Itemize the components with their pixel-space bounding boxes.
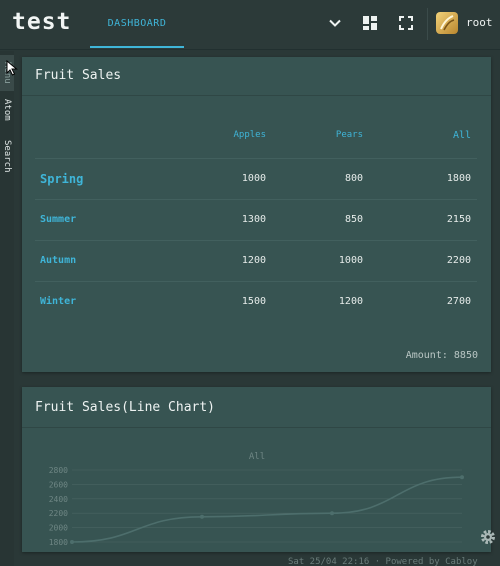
line-chart: All 1800 2000 2200 2400 2600 2800	[49, 452, 464, 547]
side-rail: Menu Atom Search	[0, 51, 14, 566]
column-header-apples[interactable]: Apples	[125, 113, 272, 158]
row-apples: 1000	[125, 157, 272, 199]
mouse-cursor-icon	[6, 59, 18, 80]
y-tick-label: 2800	[49, 466, 68, 475]
column-header-all[interactable]: All	[369, 113, 477, 158]
amount-value: 8850	[453, 350, 478, 361]
fullscreen-icon[interactable]	[395, 12, 417, 34]
row-apples: 1500	[125, 280, 272, 322]
row-all: 2150	[369, 198, 477, 240]
y-tick-label: 2000	[49, 524, 68, 533]
column-header-season	[35, 113, 125, 158]
row-all: 1800	[369, 157, 477, 199]
line-chart-card: Fruit Sales(Line Chart) All 1800 2000 2200 2…	[22, 387, 491, 552]
row-season[interactable]: Spring	[35, 157, 125, 199]
series-line	[71, 476, 463, 543]
column-header-pears[interactable]: Pears	[272, 113, 369, 158]
user-name[interactable]: root	[466, 16, 493, 29]
table-row: Summer 1300 850 2150	[35, 198, 477, 240]
row-pears: 850	[272, 198, 369, 240]
table-row: Autumn 1200 1000 2200	[35, 239, 477, 281]
user-avatar[interactable]	[436, 12, 458, 34]
row-pears: 1000	[272, 239, 369, 281]
fruit-sales-table: Apples Pears All Spring 1000 800 1800 Su…	[35, 113, 477, 322]
y-tick-label: 2600	[49, 480, 68, 489]
row-all: 2200	[369, 239, 477, 281]
fruit-sales-title: Fruit Sales	[35, 68, 122, 83]
table-row: Winter 1500 1200 2700	[35, 280, 477, 322]
row-apples: 1300	[125, 198, 272, 240]
y-tick-label: 1800	[49, 538, 68, 547]
footer-status: Sat 25/04 22:16 · Powered by Cabloy	[288, 557, 478, 566]
row-season[interactable]: Autumn	[35, 239, 125, 281]
y-tick-label: 2400	[49, 495, 68, 504]
app-logo[interactable]: test	[12, 9, 71, 35]
row-all: 2700	[369, 280, 477, 322]
table-row: Spring 1000 800 1800	[35, 157, 477, 199]
amount-summary: Amount: 8850	[406, 350, 478, 361]
fruit-sales-card: Fruit Sales Apples Pears All Spring 1000…	[22, 57, 491, 372]
amount-label: Amount:	[405, 350, 448, 361]
card-divider	[22, 95, 491, 96]
row-apples: 1200	[125, 239, 272, 281]
toolbar-divider	[427, 8, 428, 40]
dashboard-layout-icon[interactable]	[359, 12, 381, 34]
chevron-down-icon[interactable]	[324, 12, 346, 34]
data-point[interactable]	[460, 475, 464, 480]
data-point[interactable]	[330, 511, 334, 516]
row-season[interactable]: Summer	[35, 198, 125, 240]
y-tick-label: 2200	[49, 509, 68, 518]
table-header-row: Apples Pears All	[35, 113, 477, 158]
top-bar: test DASHBOARD root	[0, 0, 500, 50]
data-point[interactable]	[200, 514, 204, 519]
row-pears: 1200	[272, 280, 369, 322]
data-point[interactable]	[70, 540, 74, 544]
tab-dashboard[interactable]: DASHBOARD	[90, 0, 184, 48]
row-season[interactable]: Winter	[35, 280, 125, 322]
row-pears: 800	[272, 157, 369, 199]
rail-item-atom[interactable]: Atom	[0, 95, 14, 125]
rail-item-search[interactable]: Search	[0, 135, 14, 177]
gear-icon[interactable]	[479, 528, 497, 550]
legend-label[interactable]: All	[249, 452, 265, 462]
